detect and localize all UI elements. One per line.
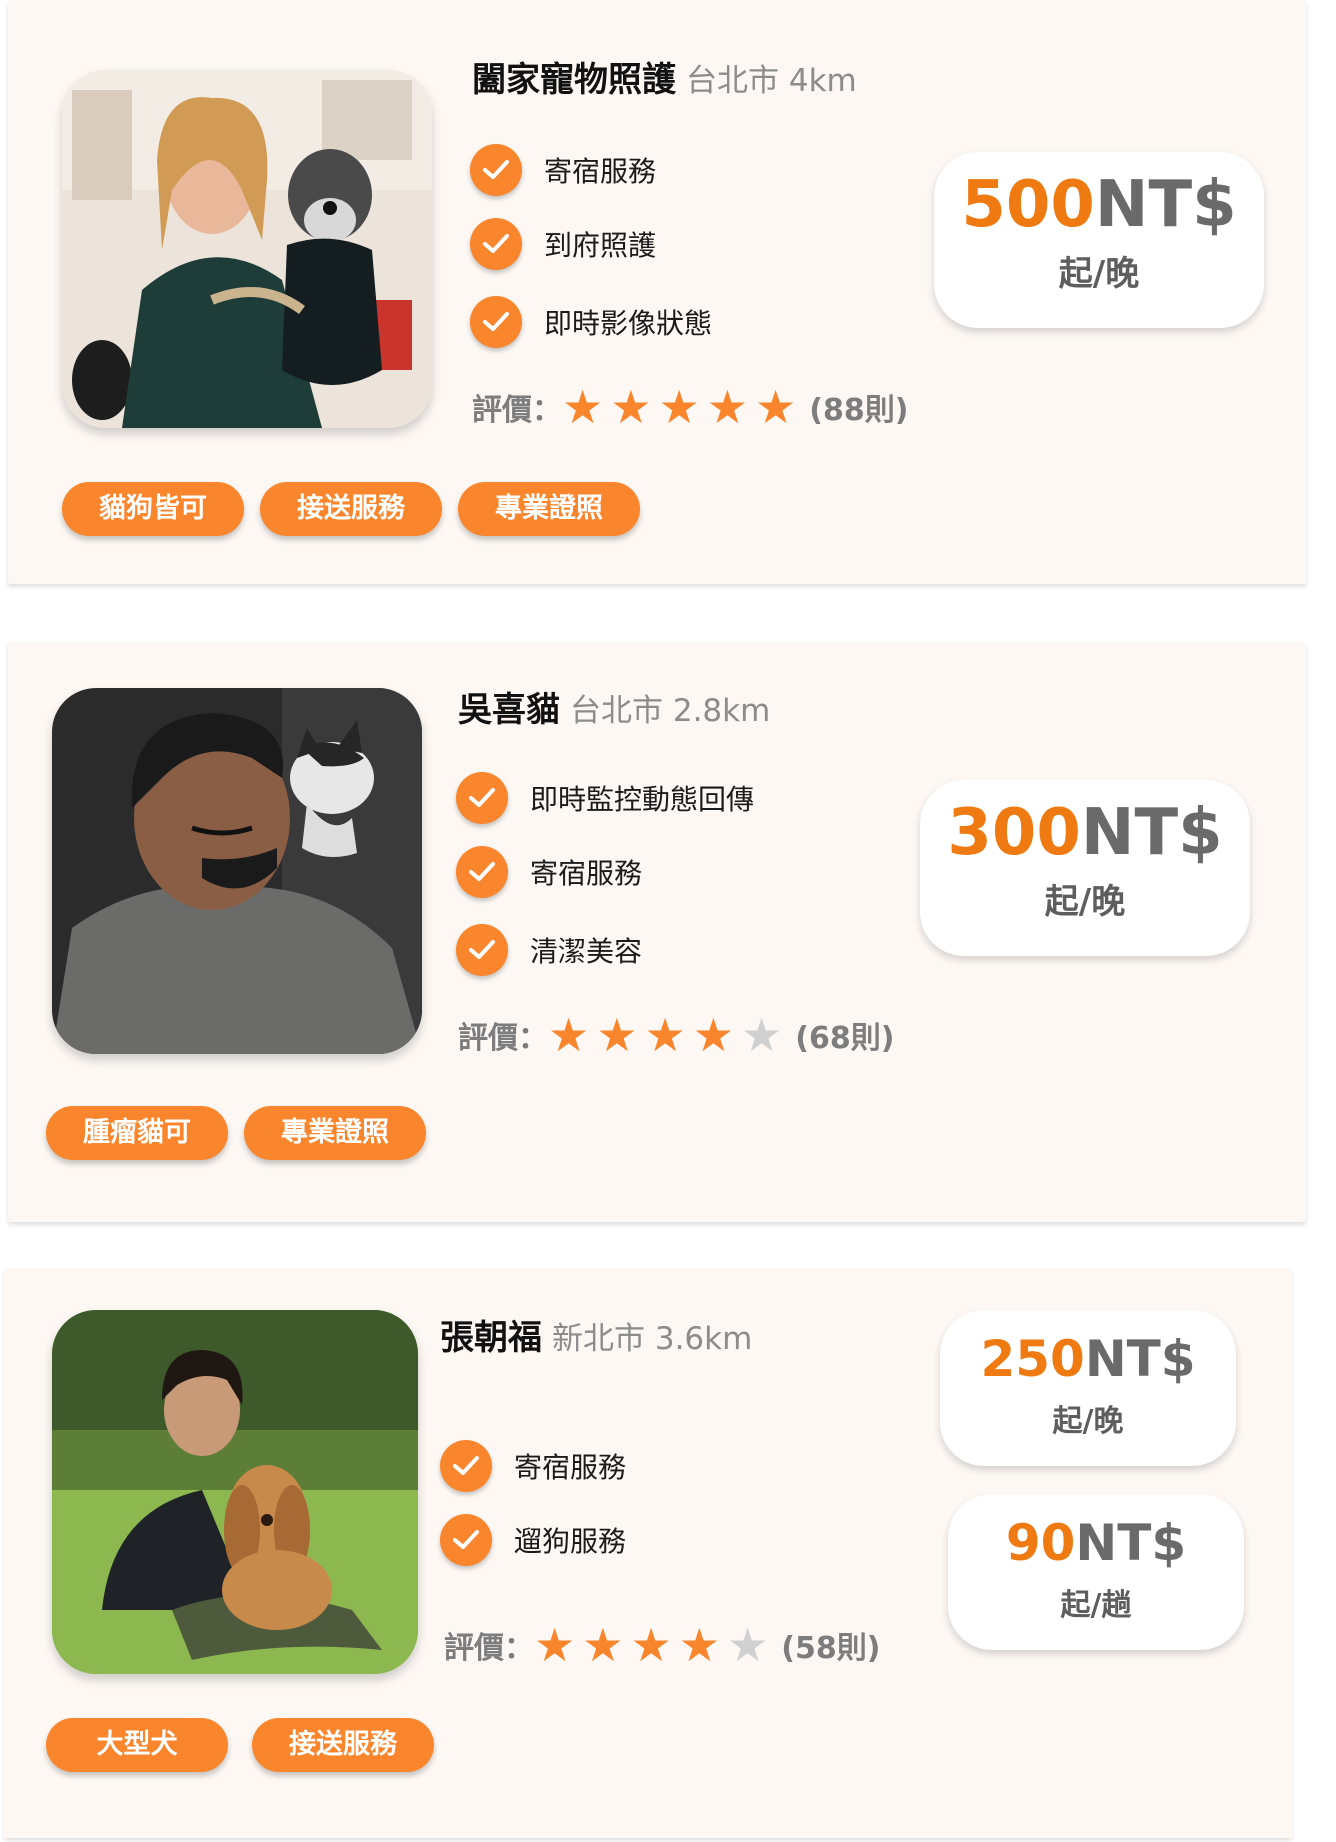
rating-stars: ★ ★ ★ ★ ★ (534, 1622, 775, 1668)
check-icon (456, 846, 508, 898)
star-icon: ★ (706, 380, 748, 434)
feature-label: 寄宿服務 (530, 857, 643, 890)
sitter-photo[interactable] (62, 70, 432, 428)
price-currency: NT$ (1075, 1514, 1187, 1572)
price-number: 300 (947, 796, 1081, 870)
star-icon: ★ (582, 1618, 624, 1672)
rating-label: 評價： (472, 393, 562, 428)
price-currency: NT$ (1084, 1330, 1196, 1388)
price-number: 500 (961, 168, 1095, 242)
feature-item: 即時影像狀態 (470, 296, 712, 348)
tag-badge[interactable]: 腫瘤貓可 (46, 1106, 228, 1160)
check-icon (456, 924, 508, 976)
price-box: 250NT$ 起/晚 (940, 1310, 1236, 1466)
tag-badge[interactable]: 接送服務 (252, 1718, 434, 1772)
feature-label: 即時影像狀態 (544, 307, 713, 340)
feature-label: 寄宿服務 (514, 1451, 627, 1484)
price-number: 250 (980, 1330, 1085, 1388)
star-icon: ★ (644, 1008, 686, 1062)
rating: 評價： ★ ★ ★ ★ ★ (88則) (472, 384, 908, 430)
rating-stars: ★ ★ ★ ★ ★ (562, 384, 803, 430)
star-icon: ★ (610, 380, 652, 434)
feature-item: 清潔美容 (456, 924, 642, 976)
price-unit: 起/晚 (1044, 882, 1126, 922)
price-number: 90 (1005, 1514, 1076, 1572)
sitter-card[interactable]: 張朝福 新北市 3.6km 寄宿服務 遛狗服務 評價： ★ ★ ★ ★ ★ (58則) 2… (4, 1268, 1292, 1838)
star-icon: ★ (678, 1618, 720, 1672)
tag-badge[interactable]: 專業證照 (244, 1106, 426, 1160)
check-icon (440, 1440, 492, 1492)
star-icon: ★ (562, 380, 604, 434)
sitter-name: 吳喜貓 (458, 690, 560, 730)
feature-item: 寄宿服務 (440, 1440, 626, 1492)
tag-badge[interactable]: 大型犬 (46, 1718, 228, 1772)
tag-badge[interactable]: 專業證照 (458, 482, 640, 536)
price-amount: 250NT$ (940, 1330, 1236, 1388)
sitter-photo[interactable] (52, 1310, 418, 1674)
review-count[interactable]: (58則) (781, 1623, 880, 1667)
sitter-name-line: 闔家寵物照護 台北市 4km (472, 52, 857, 101)
sitter-location: 台北市 2.8km (570, 693, 771, 729)
price-currency: NT$ (1094, 168, 1237, 242)
review-count[interactable]: (88則) (809, 385, 908, 429)
sitter-name: 張朝福 (440, 1318, 542, 1358)
star-icon: ★ (548, 1008, 590, 1062)
price-amount: 300NT$ (920, 796, 1250, 870)
price-amount: 500NT$ (934, 168, 1264, 242)
price-currency: NT$ (1080, 796, 1223, 870)
check-icon (470, 144, 522, 196)
tag-badge[interactable]: 貓狗皆可 (62, 482, 244, 536)
star-icon: ★ (534, 1618, 576, 1672)
price-box: 300NT$ 起/晚 (920, 780, 1250, 956)
feature-item: 寄宿服務 (456, 846, 642, 898)
price-unit: 起/晚 (1052, 1404, 1124, 1439)
rating: 評價： ★ ★ ★ ★ ★ (68則) (458, 1012, 894, 1058)
sitter-name-line: 吳喜貓 台北市 2.8km (458, 682, 770, 731)
star-icon: ★ (596, 1008, 638, 1062)
star-icon: ★ (741, 1008, 783, 1062)
feature-item: 寄宿服務 (470, 144, 656, 196)
rating-stars: ★ ★ ★ ★ ★ (548, 1012, 789, 1058)
feature-label: 清潔美容 (530, 935, 643, 968)
price-box: 90NT$ 起/趟 (948, 1494, 1244, 1650)
feature-item: 到府照護 (470, 218, 656, 270)
price-unit: 起/晚 (1058, 254, 1140, 294)
check-icon (470, 218, 522, 270)
rating-label: 評價： (458, 1021, 548, 1056)
check-icon (456, 772, 508, 824)
sitter-card[interactable]: 闔家寵物照護 台北市 4km 寄宿服務 到府照護 即時影像狀態 評價： ★ ★ ★ ★ ★… (8, 0, 1306, 584)
tag-badge[interactable]: 接送服務 (260, 482, 442, 536)
price-unit: 起/趟 (1060, 1588, 1132, 1623)
star-icon: ★ (658, 380, 700, 434)
sitter-location: 台北市 4km (686, 63, 857, 99)
check-icon (440, 1514, 492, 1566)
check-icon (470, 296, 522, 348)
price-box: 500NT$ 起/晚 (934, 152, 1264, 328)
star-icon: ★ (727, 1618, 769, 1672)
feature-item: 即時監控動態回傳 (456, 772, 754, 824)
rating: 評價： ★ ★ ★ ★ ★ (58則) (444, 1622, 880, 1668)
feature-label: 寄宿服務 (544, 155, 657, 188)
star-icon: ★ (692, 1008, 734, 1062)
feature-item: 遛狗服務 (440, 1514, 626, 1566)
sitter-name-line: 張朝福 新北市 3.6km (440, 1310, 752, 1359)
feature-label: 遛狗服務 (514, 1525, 627, 1558)
star-icon: ★ (755, 380, 797, 434)
feature-label: 到府照護 (544, 229, 657, 262)
sitter-name: 闔家寵物照護 (472, 60, 676, 100)
star-icon: ★ (630, 1618, 672, 1672)
sitter-card[interactable]: 吳喜貓 台北市 2.8km 即時監控動態回傳 寄宿服務 清潔美容 評價： ★ ★ ★ ★… (8, 642, 1306, 1222)
price-amount: 90NT$ (948, 1514, 1244, 1572)
rating-label: 評價： (444, 1631, 534, 1666)
feature-label: 即時監控動態回傳 (530, 783, 755, 816)
sitter-photo[interactable] (52, 688, 422, 1054)
review-count[interactable]: (68則) (795, 1013, 894, 1057)
sitter-location: 新北市 3.6km (552, 1321, 753, 1357)
